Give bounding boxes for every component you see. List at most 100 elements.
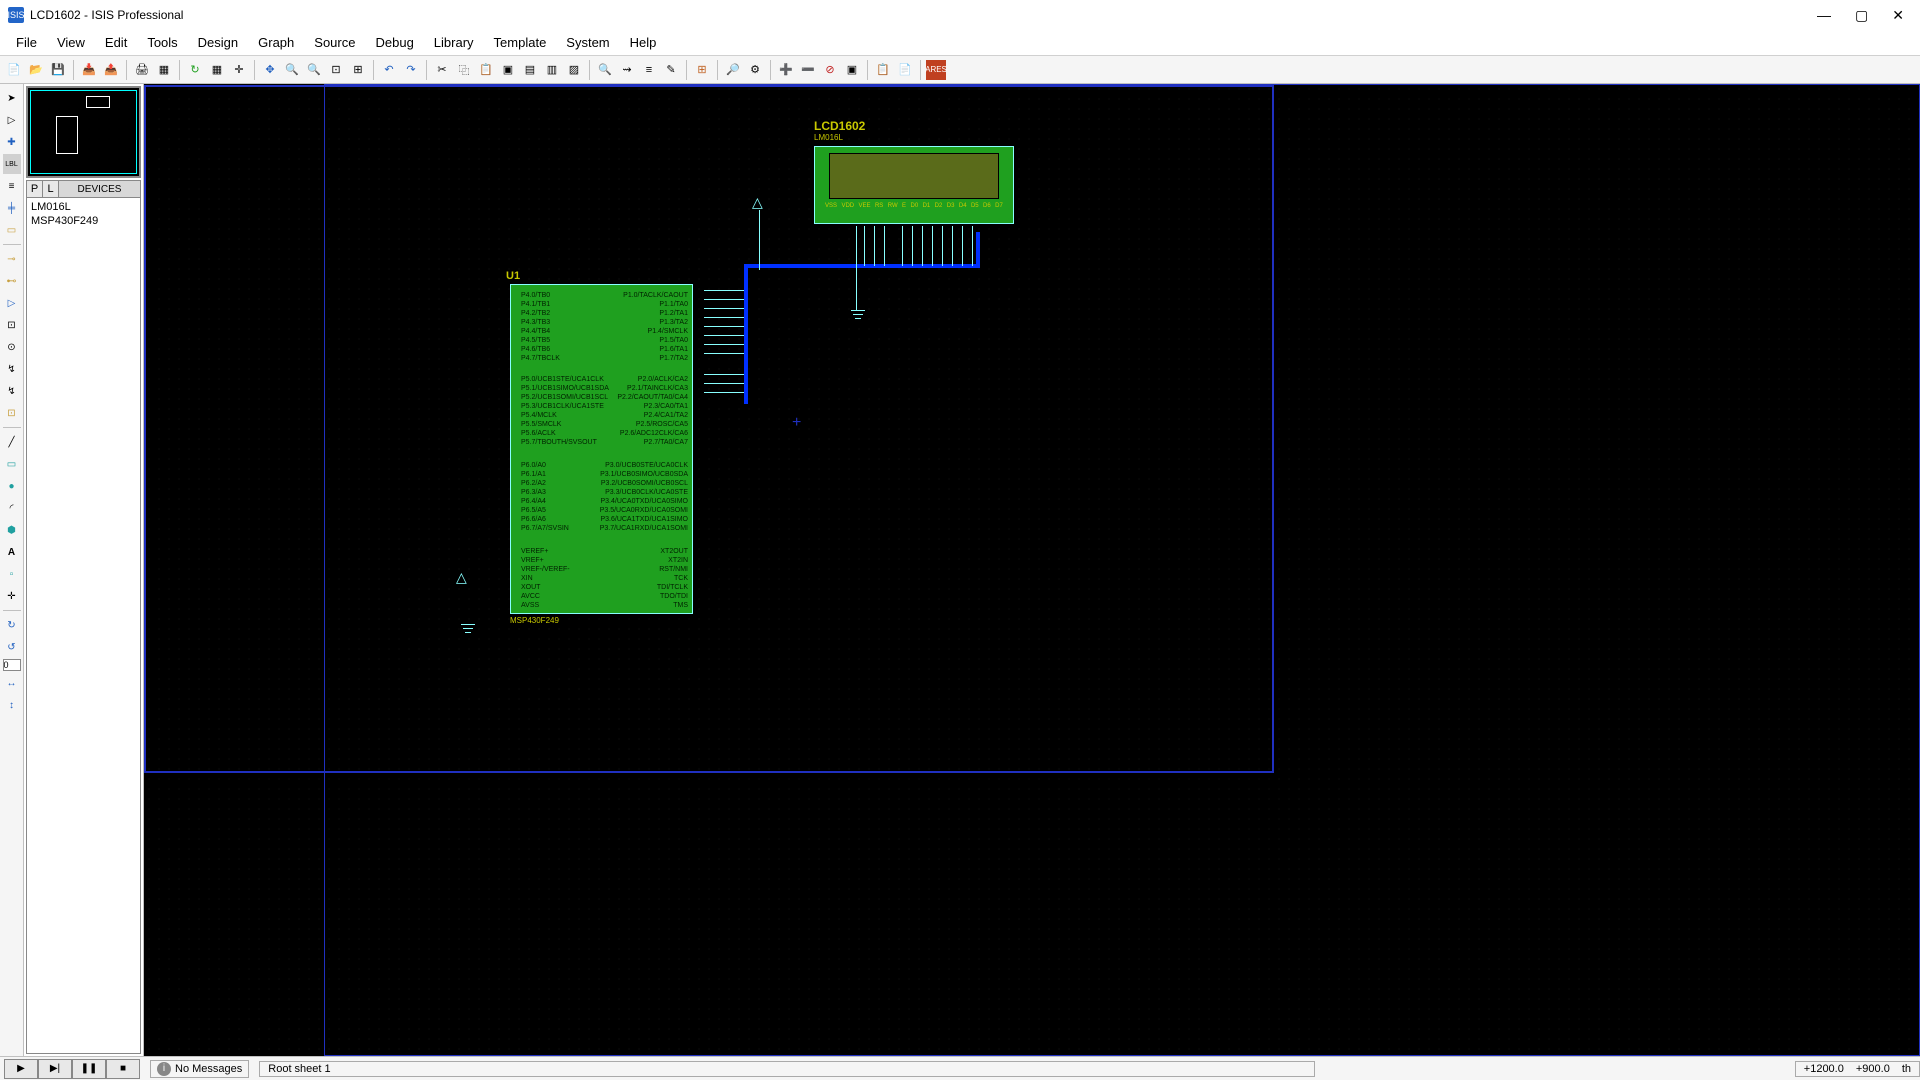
menu-tools[interactable]: Tools <box>137 32 187 53</box>
paste-icon[interactable]: 📋 <box>476 60 496 80</box>
selection-mode-icon[interactable]: ➤ <box>2 88 22 108</box>
net-wire[interactable] <box>704 326 744 327</box>
net-wire[interactable] <box>932 226 933 266</box>
net-wire[interactable] <box>704 353 744 354</box>
rotation-angle-input[interactable] <box>3 659 21 671</box>
subcircuit-mode-icon[interactable]: ▭ <box>2 220 22 240</box>
symbol-2d-icon[interactable]: ▫ <box>2 564 22 584</box>
net-wire[interactable] <box>704 374 744 375</box>
net-wire[interactable] <box>704 383 744 384</box>
component-mode-icon[interactable]: ▷ <box>2 110 22 130</box>
property-icon[interactable]: ⚙ <box>745 60 765 80</box>
menu-template[interactable]: Template <box>484 32 557 53</box>
edit-tool-icon[interactable]: ✎ <box>661 60 681 80</box>
power-arrow-icon[interactable]: △ <box>752 194 768 210</box>
redo-icon[interactable]: ↷ <box>401 60 421 80</box>
probe-voltage-icon[interactable]: ↯ <box>2 359 22 379</box>
bus-wire[interactable] <box>744 264 980 268</box>
terminal-mode-icon[interactable]: ⊸ <box>2 249 22 269</box>
minimize-button[interactable]: ― <box>1817 7 1831 24</box>
overview-window[interactable] <box>26 86 141 178</box>
maximize-button[interactable]: ▢ <box>1855 7 1868 24</box>
new-icon[interactable]: 📄 <box>4 60 24 80</box>
libraries-button[interactable]: L <box>43 181 59 197</box>
flip-vertical-icon[interactable]: ↕ <box>2 695 22 715</box>
net-wire[interactable] <box>704 290 744 291</box>
bus-mode-icon[interactable]: ╪ <box>2 198 22 218</box>
net-wire[interactable] <box>884 226 885 266</box>
device-pin-mode-icon[interactable]: ⊷ <box>2 271 22 291</box>
block-rotate-icon[interactable]: ▥ <box>542 60 562 80</box>
save-icon[interactable]: 💾 <box>48 60 68 80</box>
menu-design[interactable]: Design <box>188 32 248 53</box>
menu-source[interactable]: Source <box>304 32 365 53</box>
menu-graph[interactable]: Graph <box>248 32 304 53</box>
delete-sheet-icon[interactable]: ➖ <box>798 60 818 80</box>
menu-edit[interactable]: Edit <box>95 32 137 53</box>
path-2d-icon[interactable]: ⬢ <box>2 520 22 540</box>
zoom-area-icon[interactable]: ⊞ <box>348 60 368 80</box>
net-wire[interactable] <box>952 226 953 266</box>
zoom-out-icon[interactable]: 🔍 <box>304 60 324 80</box>
junction-mode-icon[interactable]: ✚ <box>2 132 22 152</box>
generator-mode-icon[interactable]: ⊙ <box>2 337 22 357</box>
sim-play-button[interactable]: ▶ <box>4 1059 38 1079</box>
ground-symbol[interactable] <box>848 310 868 330</box>
block-copy-icon[interactable]: ▣ <box>498 60 518 80</box>
export-icon[interactable]: 📤 <box>101 60 121 80</box>
net-wire[interactable] <box>704 317 744 318</box>
menu-file[interactable]: File <box>6 32 47 53</box>
undo-icon[interactable]: ↶ <box>379 60 399 80</box>
menu-help[interactable]: Help <box>620 32 667 53</box>
menu-view[interactable]: View <box>47 32 95 53</box>
package-icon[interactable]: ▣ <box>842 60 862 80</box>
menu-library[interactable]: Library <box>424 32 484 53</box>
wire-tool-icon[interactable]: ⇝ <box>617 60 637 80</box>
close-button[interactable]: ✕ <box>1892 7 1904 24</box>
component-u1-msp430[interactable]: U1 P4.0/TB0 P4.1/TB1 P4.2/TB2 P4.3/TB3 P… <box>504 284 699 624</box>
origin-icon[interactable]: ✛ <box>229 60 249 80</box>
bus-wire[interactable] <box>744 264 748 404</box>
line-2d-icon[interactable]: ╱ <box>2 432 22 452</box>
net-wire[interactable] <box>864 226 865 266</box>
text-script-mode-icon[interactable]: ≡ <box>2 176 22 196</box>
open-icon[interactable]: 📂 <box>26 60 46 80</box>
exclude-icon[interactable]: ⊘ <box>820 60 840 80</box>
net-wire[interactable] <box>874 226 875 266</box>
zoom-in-icon[interactable]: 🔍 <box>282 60 302 80</box>
net-wire[interactable] <box>704 308 744 309</box>
net-wire[interactable] <box>704 344 744 345</box>
import-icon[interactable]: 📥 <box>79 60 99 80</box>
probe-current-icon[interactable]: ↯ <box>2 381 22 401</box>
net-wire[interactable] <box>704 335 744 336</box>
pick-icon[interactable]: 🔍 <box>595 60 615 80</box>
net-wire[interactable] <box>759 210 760 270</box>
rotate-cw-icon[interactable]: ↻ <box>2 615 22 635</box>
refresh-icon[interactable]: ↻ <box>185 60 205 80</box>
device-item[interactable]: MSP430F249 <box>29 214 138 228</box>
pick-devices-button[interactable]: P <box>27 181 43 197</box>
grid-icon[interactable]: ▦ <box>207 60 227 80</box>
bus-wire[interactable] <box>976 232 980 268</box>
copy-icon[interactable]: ⿻ <box>454 60 474 80</box>
bom-icon[interactable]: 📋 <box>873 60 893 80</box>
menu-system[interactable]: System <box>556 32 619 53</box>
cut-icon[interactable]: ✂ <box>432 60 452 80</box>
circle-2d-icon[interactable]: ● <box>2 476 22 496</box>
trace-icon[interactable]: ≡ <box>639 60 659 80</box>
new-sheet-icon[interactable]: ➕ <box>776 60 796 80</box>
ground-symbol[interactable] <box>458 624 478 644</box>
net-wire[interactable] <box>856 226 857 310</box>
pan-icon[interactable]: ✥ <box>260 60 280 80</box>
schematic-canvas[interactable]: U1 P4.0/TB0 P4.1/TB1 P4.2/TB2 P4.3/TB3 P… <box>144 84 1920 1056</box>
text-2d-icon[interactable]: A <box>2 542 22 562</box>
print-area-icon[interactable]: ▦ <box>154 60 174 80</box>
search-icon[interactable]: 🔎 <box>723 60 743 80</box>
tape-mode-icon[interactable]: ⊡ <box>2 315 22 335</box>
box-2d-icon[interactable]: ▭ <box>2 454 22 474</box>
flip-horizontal-icon[interactable]: ↔ <box>2 673 22 693</box>
net-wire[interactable] <box>912 226 913 266</box>
sim-pause-button[interactable]: ❚❚ <box>72 1059 106 1079</box>
rotate-ccw-icon[interactable]: ↺ <box>2 637 22 657</box>
arc-2d-icon[interactable]: ◜ <box>2 498 22 518</box>
